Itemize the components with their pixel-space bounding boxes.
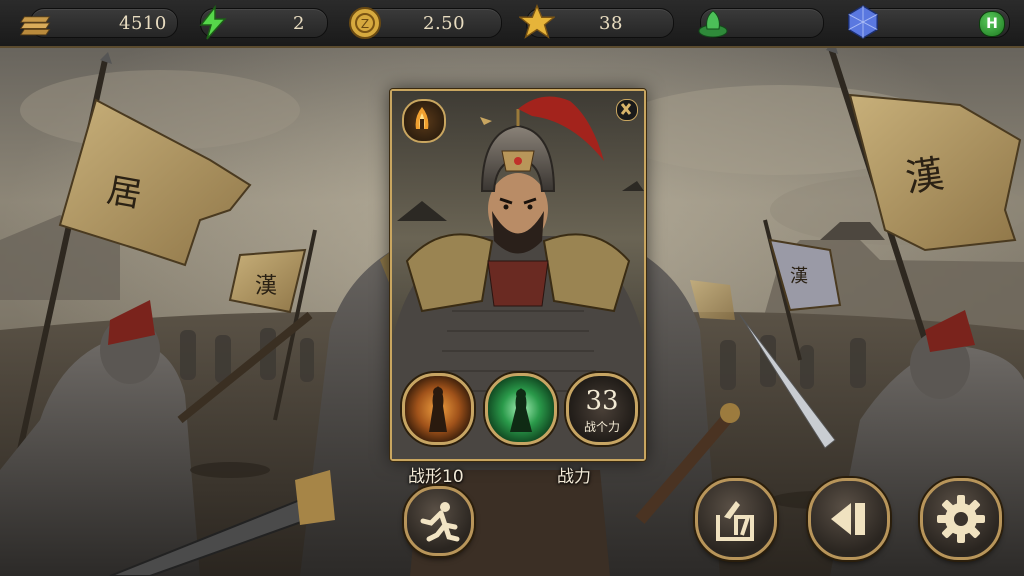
action-button[interactable] — [404, 486, 474, 556]
svg-text:Z: Z — [361, 17, 369, 31]
resource-gem[interactable]: H — [848, 5, 1010, 39]
hero-card[interactable]: 33 战个力 — [390, 89, 646, 461]
hero-class-badge[interactable] — [402, 99, 446, 143]
gold-value: 4510 — [119, 13, 167, 34]
resource-jade[interactable] — [698, 8, 824, 38]
rewind-icon — [831, 503, 865, 535]
resource-energy[interactable]: 2 — [199, 5, 328, 40]
coin-icon: Z — [349, 7, 381, 39]
warrior-jade-icon — [510, 388, 532, 432]
star-value: 38 — [599, 13, 623, 34]
resource-star[interactable]: 38 — [519, 4, 674, 39]
hero-close-badge[interactable] — [616, 99, 638, 121]
resource-gold[interactable]: 4510 — [19, 8, 178, 38]
share-box-icon — [716, 501, 754, 541]
add-gem-button[interactable]: H — [979, 11, 1005, 37]
running-figure-icon — [420, 502, 460, 542]
power-badge: 33 战个力 — [566, 373, 638, 445]
resource-coin[interactable]: Z 2.50 — [349, 7, 502, 39]
green-token-icon — [698, 10, 728, 38]
banner-right-small-text: 漢 — [790, 266, 808, 287]
combat-rank-label: 战形10 — [408, 467, 464, 487]
lightning-icon — [199, 5, 227, 40]
gold-bars-icon — [19, 16, 51, 36]
banner-left-small-text: 漢 — [255, 274, 278, 299]
power-value: 33 — [585, 386, 619, 416]
skill-fire-button[interactable] — [402, 373, 474, 445]
warrior-fire-icon — [429, 386, 447, 432]
gear-icon — [937, 495, 985, 543]
flame-warrior-icon — [415, 107, 429, 129]
star-icon — [519, 4, 555, 39]
x-badge-icon — [620, 103, 632, 115]
coin-value: 2.50 — [423, 13, 466, 34]
energy-value: 2 — [293, 13, 305, 34]
share-button[interactable] — [695, 478, 777, 560]
blue-gem-icon — [848, 5, 878, 39]
power-sub-label: 战个力 — [583, 420, 620, 434]
resource-bar: 4510 2 Z 2.50 38 H — [0, 0, 1024, 48]
back-button[interactable] — [808, 478, 890, 560]
skill-jade-button[interactable] — [485, 373, 557, 445]
settings-button[interactable] — [920, 478, 1002, 560]
combat-power-label: 战力 — [557, 467, 591, 487]
banner-right-large-text: 漢 — [902, 151, 947, 201]
